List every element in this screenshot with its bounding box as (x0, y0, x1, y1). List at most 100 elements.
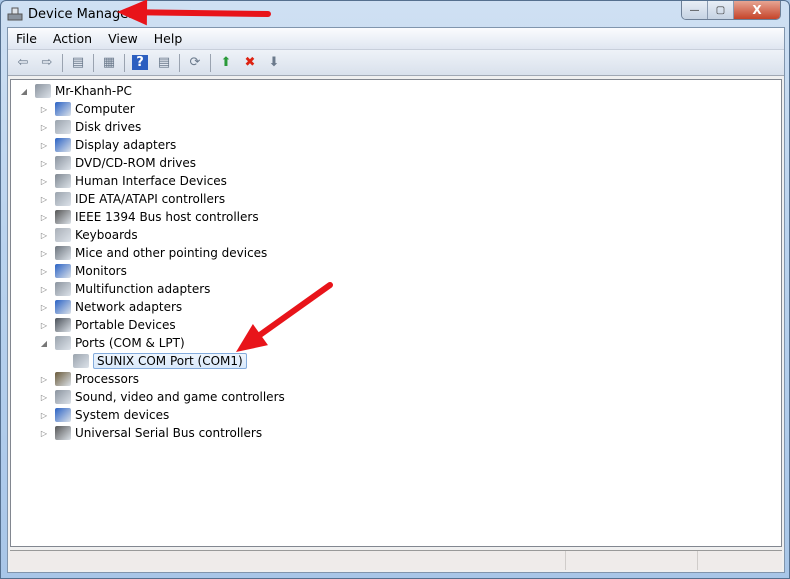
back-arrow-button[interactable]: ⇦ (12, 53, 34, 73)
expand-icon[interactable]: ▷ (39, 429, 49, 438)
expand-icon[interactable]: ▷ (39, 321, 49, 330)
device-category-icon (55, 264, 71, 278)
uninstall-button[interactable]: ✖ (239, 53, 261, 73)
toolbar-separator (210, 53, 211, 72)
tree-item-category[interactable]: ▷ Portable Devices (39, 316, 176, 334)
tree-item-label: Mr-Khanh-PC (55, 84, 132, 98)
tree-item-category[interactable]: ▷ Processors (39, 370, 139, 388)
window-title: Device Manager (28, 6, 134, 22)
expand-icon[interactable]: ▷ (39, 213, 49, 222)
expand-icon[interactable]: ▷ (39, 393, 49, 402)
status-bar (10, 550, 782, 570)
maximize-button[interactable]: ▢ (708, 1, 734, 19)
properties-icon: ▦ (102, 55, 116, 70)
expand-icon[interactable]: ▷ (39, 375, 49, 384)
tree-item-label: Disk drives (75, 120, 142, 134)
properties-button[interactable]: ▦ (98, 53, 120, 73)
tree-item-label: Ports (COM & LPT) (75, 336, 185, 350)
toolbar: ⇦ ⇨ ▤ ▦? ▤ ⟳ ⬆ ✖ ⬇ (8, 50, 784, 76)
device-tree[interactable]: ◢ Mr-Khanh-PC ▷ Computer ▷ Disk drives ▷ Displa… (10, 79, 782, 547)
tree-item-category[interactable]: ▷ Universal Serial Bus controllers (39, 424, 262, 442)
device-manager-icon (7, 7, 23, 21)
tree-item-category[interactable]: ▷ Keyboards (39, 226, 138, 244)
back-arrow-icon: ⇦ (17, 55, 29, 70)
scan-hardware-icon: ⟳ (189, 55, 201, 70)
device-category-icon (55, 318, 71, 332)
forward-arrow-button[interactable]: ⇨ (36, 53, 58, 73)
window-client: File Action View Help ⇦ ⇨ ▤ ▦? ▤ ⟳ ⬆ ✖ ⬇ ◢ Mr-Khanh-… (7, 27, 785, 573)
tree-item-category[interactable]: ▷ Multifunction adapters (39, 280, 210, 298)
tree-item-label: Universal Serial Bus controllers (75, 426, 263, 440)
tree-item-category[interactable]: ◢ Ports (COM & LPT) (39, 334, 185, 352)
tree-item-category[interactable]: ▷ IEEE 1394 Bus host controllers (39, 208, 259, 226)
device-category-icon (55, 210, 71, 224)
uninstall-icon: ✖ (244, 55, 256, 70)
expand-icon[interactable]: ▷ (39, 267, 49, 276)
close-button[interactable]: X (734, 1, 780, 19)
device-category-icon (55, 156, 71, 170)
tree-item-category[interactable]: ▷ System devices (39, 406, 169, 424)
device-category-icon (55, 426, 71, 440)
expand-icon[interactable]: ▷ (39, 249, 49, 258)
show-hide-console-tree-button[interactable]: ▤ (67, 53, 89, 73)
device-category-icon (55, 228, 71, 242)
tree-item-category[interactable]: ▷ Monitors (39, 262, 127, 280)
device-category-icon (55, 102, 71, 116)
expand-icon[interactable]: ▷ (39, 159, 49, 168)
tree-item-category[interactable]: ▷ Display adapters (39, 136, 176, 154)
tree-item-category[interactable]: ▷ Mice and other pointing devices (39, 244, 267, 262)
menu-file[interactable]: File (8, 31, 45, 46)
tree-root-computer[interactable]: ◢ Mr-Khanh-PC (19, 82, 132, 100)
tree-item-label: Multifunction adapters (75, 282, 211, 296)
help-button[interactable]: ? (129, 53, 151, 73)
menu-help[interactable]: Help (146, 31, 191, 46)
show-action-pane-button[interactable]: ▤ (153, 53, 175, 73)
device-category-icon (55, 138, 71, 152)
tree-item-label: System devices (75, 408, 170, 422)
device-category-icon (55, 120, 71, 134)
device-category-icon (55, 282, 71, 296)
device-category-icon (55, 300, 71, 314)
scan-hardware-button[interactable]: ⟳ (184, 53, 206, 73)
tree-item-category[interactable]: ▷ Computer (39, 100, 135, 118)
device-category-icon (55, 408, 71, 422)
minimize-button[interactable]: — (682, 1, 708, 19)
menu-view[interactable]: View (100, 31, 146, 46)
update-driver-icon: ⬆ (220, 55, 232, 70)
expand-icon[interactable]: ▷ (39, 231, 49, 240)
tree-item-label: Processors (75, 372, 140, 386)
title-bar: Device Manager (7, 4, 134, 24)
expand-icon[interactable]: ▷ (39, 195, 49, 204)
collapse-icon[interactable]: ◢ (39, 339, 49, 348)
status-pane-2 (566, 551, 698, 570)
tree-item-category[interactable]: ▷ DVD/CD-ROM drives (39, 154, 196, 172)
tree-item-label: Human Interface Devices (75, 174, 227, 188)
expand-icon[interactable]: ▷ (39, 141, 49, 150)
disable-device-button[interactable]: ⬇ (263, 53, 285, 73)
expand-icon[interactable]: ▷ (39, 285, 49, 294)
caption-buttons: — ▢ X (681, 1, 781, 20)
expand-icon[interactable]: ▷ (39, 411, 49, 420)
tree-item-category[interactable]: ▷ Disk drives (39, 118, 141, 136)
expand-icon[interactable]: ▷ (39, 177, 49, 186)
help-icon: ? (132, 55, 148, 70)
menu-action[interactable]: Action (45, 31, 100, 46)
forward-arrow-icon: ⇨ (41, 55, 53, 70)
toolbar-separator (124, 53, 125, 72)
tree-item-device[interactable]: SUNIX COM Port (COM1) (57, 352, 247, 370)
tree-item-label: Sound, video and game controllers (75, 390, 285, 404)
tree-item-category[interactable]: ▷ Network adapters (39, 298, 182, 316)
expand-icon[interactable]: ▷ (39, 105, 49, 114)
update-driver-button[interactable]: ⬆ (215, 53, 237, 73)
tree-item-label: Portable Devices (75, 318, 176, 332)
tree-item-category[interactable]: ▷ Human Interface Devices (39, 172, 227, 190)
expand-icon[interactable]: ▷ (39, 303, 49, 312)
tree-item-category[interactable]: ▷ Sound, video and game controllers (39, 388, 285, 406)
collapse-icon[interactable]: ◢ (19, 87, 29, 96)
tree-item-label: Monitors (75, 264, 127, 278)
show-action-pane-icon: ▤ (157, 55, 171, 70)
tree-item-category[interactable]: ▷ IDE ATA/ATAPI controllers (39, 190, 225, 208)
status-pane-main (10, 551, 566, 570)
expand-icon[interactable]: ▷ (39, 123, 49, 132)
tree-item-label: Keyboards (75, 228, 138, 242)
